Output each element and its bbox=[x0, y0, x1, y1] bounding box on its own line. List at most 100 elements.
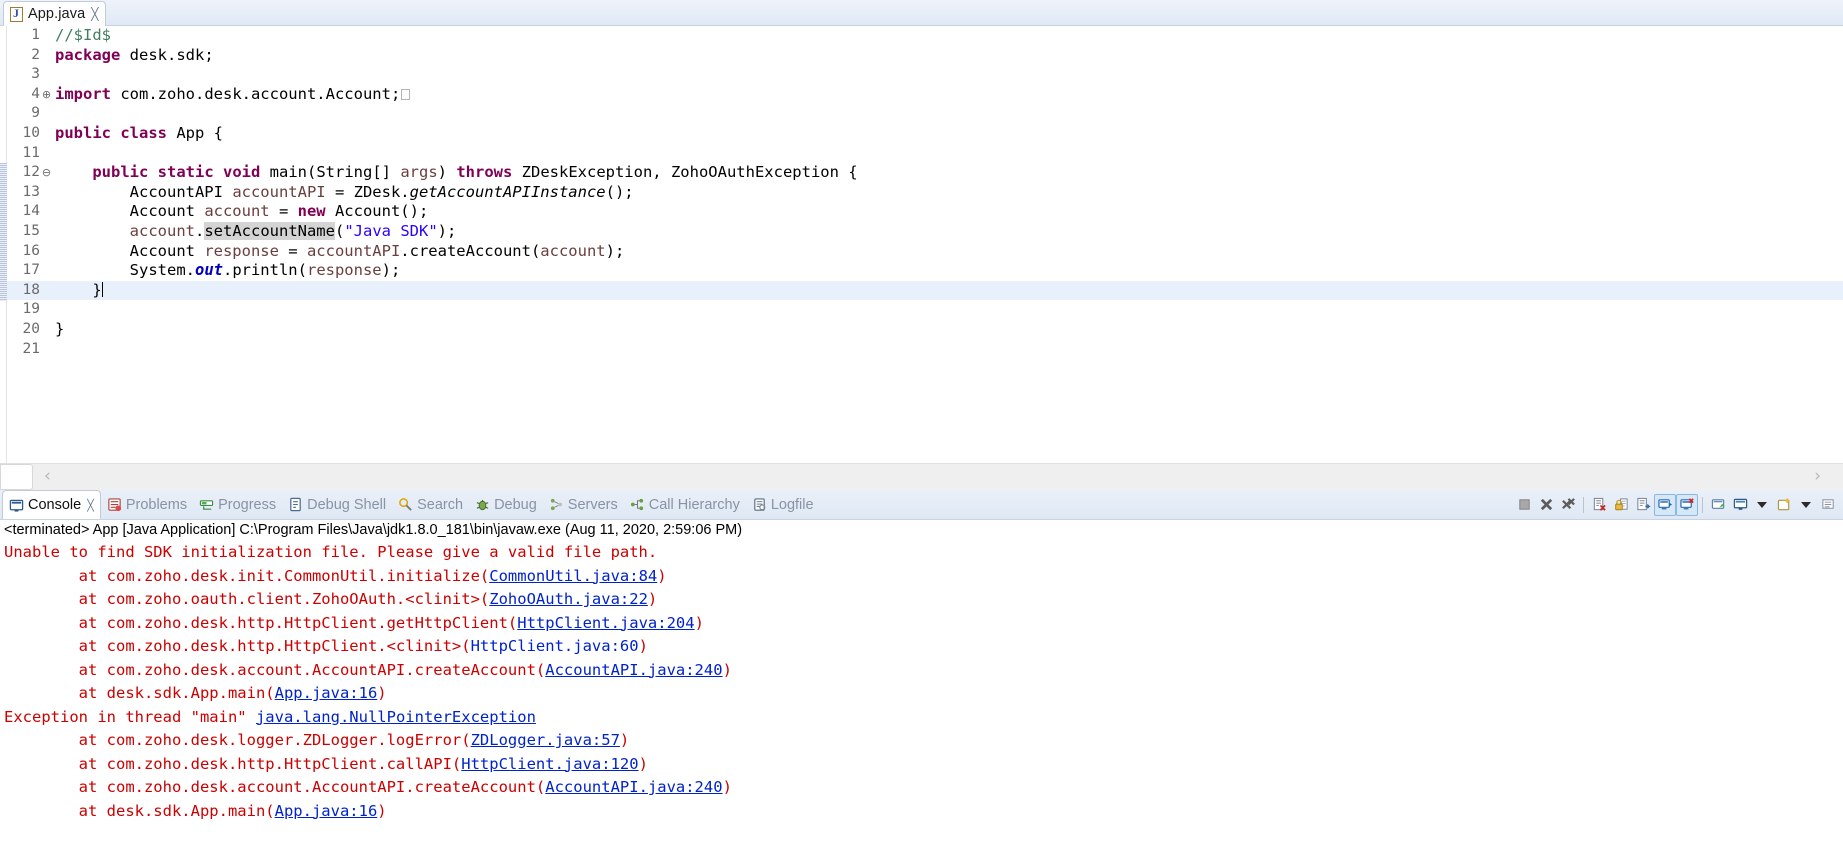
console-view-tab-bar: Console ╳ Problems Progress Debug Shell Searc… bbox=[0, 490, 1843, 520]
stack-trace-link[interactable]: java.lang.NullPointerException bbox=[256, 708, 536, 726]
word-wrap-button[interactable] bbox=[1632, 494, 1654, 516]
code-line[interactable]: 17 System.out.println(response); bbox=[7, 261, 1843, 281]
console-tab-debug[interactable]: Debug bbox=[469, 490, 543, 519]
code-text: public class App { bbox=[52, 124, 223, 144]
code-token: static bbox=[157, 163, 214, 182]
stack-trace-text: ) bbox=[619, 731, 630, 749]
display-selected-console-dropdown[interactable] bbox=[1751, 494, 1773, 516]
clear-console-button[interactable] bbox=[1588, 494, 1610, 516]
console-tab-label: Debug bbox=[494, 496, 537, 513]
code-line[interactable]: 1 //$Id$ bbox=[7, 26, 1843, 46]
display-selected-console-button[interactable] bbox=[1729, 494, 1751, 516]
code-token: package bbox=[55, 45, 121, 64]
code-token: void bbox=[223, 163, 261, 182]
code-editor[interactable]: 1 //$Id$ 2 package desk.sdk; 3 4 ⊕ import com.z… bbox=[0, 26, 1843, 463]
fold-toggle-icon[interactable]: ⊖ bbox=[41, 167, 52, 178]
stack-trace-link[interactable]: CommonUtil.java:84 bbox=[489, 567, 657, 585]
stack-trace-text: ) bbox=[377, 801, 387, 820]
stack-trace-text: at com.zoho.desk.init.CommonUtil.initial… bbox=[78, 566, 490, 585]
code-line[interactable]: 20} bbox=[7, 320, 1843, 340]
console-tab-logfile[interactable]: Logfile bbox=[746, 490, 820, 519]
code-line[interactable]: 10 public class App { bbox=[7, 124, 1843, 144]
chevron-left-icon[interactable]: ‹ bbox=[44, 468, 51, 485]
line-number: 16 bbox=[22, 242, 40, 259]
console-tab-label: Call Hierarchy bbox=[648, 496, 740, 513]
code-line[interactable]: 9 bbox=[7, 104, 1843, 124]
terminate-button[interactable] bbox=[1513, 494, 1535, 516]
stack-trace-link[interactable]: App.java:16 bbox=[275, 802, 378, 820]
code-token: account bbox=[540, 241, 606, 260]
remove-all-launches-button[interactable] bbox=[1557, 494, 1579, 516]
stack-trace-text: ) bbox=[694, 613, 704, 632]
stack-trace-link[interactable]: HttpClient.java:204 bbox=[517, 614, 694, 632]
open-console-button[interactable] bbox=[1773, 494, 1795, 516]
console-output-line: at com.zoho.desk.account.AccountAPI.crea… bbox=[0, 776, 1843, 800]
pin-console-button[interactable] bbox=[1707, 494, 1729, 516]
scroll-lock-button[interactable] bbox=[1610, 494, 1632, 516]
console-output-area[interactable]: <terminated> App [Java Application] C:\P… bbox=[0, 520, 1843, 857]
stack-trace-link[interactable]: AccountAPI.java:240 bbox=[545, 778, 722, 796]
stack-trace-link[interactable]: ZohoOAuth.java:22 bbox=[489, 590, 648, 608]
stack-trace-text: at desk.sdk.App.main( bbox=[78, 684, 275, 702]
line-number: 9 bbox=[31, 105, 40, 122]
code-token: throws bbox=[456, 163, 513, 182]
stack-trace-text: at desk.sdk.App.main( bbox=[78, 801, 275, 820]
line-number: 10 bbox=[22, 124, 40, 141]
console-tab-debug-shell[interactable]: Debug Shell bbox=[282, 490, 392, 519]
editor-tab-app-java[interactable]: App.java ╳ bbox=[3, 1, 107, 26]
stack-trace-link[interactable]: App.java:16 bbox=[275, 684, 378, 702]
stack-trace-text: at com.zoho.desk.http.HttpClient.getHttp… bbox=[78, 613, 518, 632]
code-token: ); bbox=[605, 241, 625, 260]
line-number: 20 bbox=[22, 320, 40, 337]
remove-launch-button[interactable] bbox=[1535, 494, 1557, 516]
console-tab-console[interactable]: Console ╳ bbox=[2, 490, 101, 519]
chevron-right-icon[interactable]: › bbox=[1814, 468, 1821, 485]
console-tab-call-hierarchy[interactable]: Call Hierarchy bbox=[624, 490, 746, 519]
view-menu-button[interactable] bbox=[1817, 494, 1839, 516]
console-output-line: at com.zoho.desk.init.CommonUtil.initial… bbox=[0, 565, 1843, 589]
code-line[interactable]: 13 AccountAPI accountAPI = ZDesk.getAcco… bbox=[7, 183, 1843, 203]
code-token: new bbox=[297, 202, 326, 221]
code-line[interactable]: 21 bbox=[7, 340, 1843, 360]
code-line[interactable]: 19 bbox=[7, 300, 1843, 320]
show-console-on-output-button[interactable] bbox=[1654, 493, 1676, 516]
stack-trace-text: at com.zoho.desk.logger.ZDLogger.logErro… bbox=[78, 731, 471, 749]
problems-icon bbox=[107, 497, 122, 512]
code-line[interactable]: 3 bbox=[7, 65, 1843, 85]
code-text: AccountAPI accountAPI = ZDesk.getAccount… bbox=[52, 183, 634, 203]
close-icon[interactable]: ╳ bbox=[85, 499, 94, 512]
show-console-on-error-button[interactable] bbox=[1676, 493, 1698, 516]
stack-trace-link[interactable]: HttpClient.java:60 bbox=[471, 637, 639, 655]
code-line[interactable]: 12 ⊖ public static void main(String[] arg… bbox=[7, 163, 1843, 183]
editor-horizontal-scrollbar[interactable]: ‹ › bbox=[0, 463, 1843, 490]
collapsed-import-marker[interactable] bbox=[401, 88, 411, 100]
code-line[interactable]: 4 ⊕ import com.zoho.desk.account.Account; bbox=[7, 85, 1843, 105]
stack-trace-link[interactable]: AccountAPI.java:240 bbox=[545, 661, 722, 679]
code-line[interactable]: 16 Account response = accountAPI.createA… bbox=[7, 242, 1843, 262]
code-line[interactable]: 15 account.setAccountName("Java SDK"); bbox=[7, 221, 1843, 242]
editor-hscroll-thumb[interactable] bbox=[0, 464, 33, 490]
stack-trace-text: ) bbox=[638, 637, 648, 655]
fold-toggle-icon[interactable]: ⊕ bbox=[41, 89, 52, 100]
open-console-dropdown[interactable] bbox=[1795, 494, 1817, 516]
console-stack-trace[interactable]: Unable to find SDK initialization file. … bbox=[0, 541, 1843, 823]
line-number: 19 bbox=[22, 301, 40, 318]
console-tab-search[interactable]: Search bbox=[392, 490, 469, 519]
editor-fold-strip[interactable] bbox=[0, 26, 7, 463]
console-tab-problems[interactable]: Problems bbox=[101, 490, 193, 519]
code-token: ); bbox=[381, 261, 401, 280]
code-line[interactable]: 14 Account account = new Account(); bbox=[7, 202, 1843, 222]
close-icon[interactable]: ╳ bbox=[90, 8, 98, 20]
code-lines-container[interactable]: 1 //$Id$ 2 package desk.sdk; 3 4 ⊕ import com.z… bbox=[7, 26, 1843, 463]
code-line[interactable]: 11 bbox=[7, 144, 1843, 164]
console-tab-servers[interactable]: Servers bbox=[543, 490, 624, 519]
code-line[interactable]: 18 } bbox=[7, 280, 1843, 301]
stack-trace-link[interactable]: HttpClient.java:120 bbox=[461, 755, 638, 773]
code-line[interactable]: 2 package desk.sdk; bbox=[7, 46, 1843, 66]
console-tab-progress[interactable]: Progress bbox=[193, 490, 282, 519]
stack-trace-link[interactable]: ZDLogger.java:57 bbox=[471, 731, 620, 749]
